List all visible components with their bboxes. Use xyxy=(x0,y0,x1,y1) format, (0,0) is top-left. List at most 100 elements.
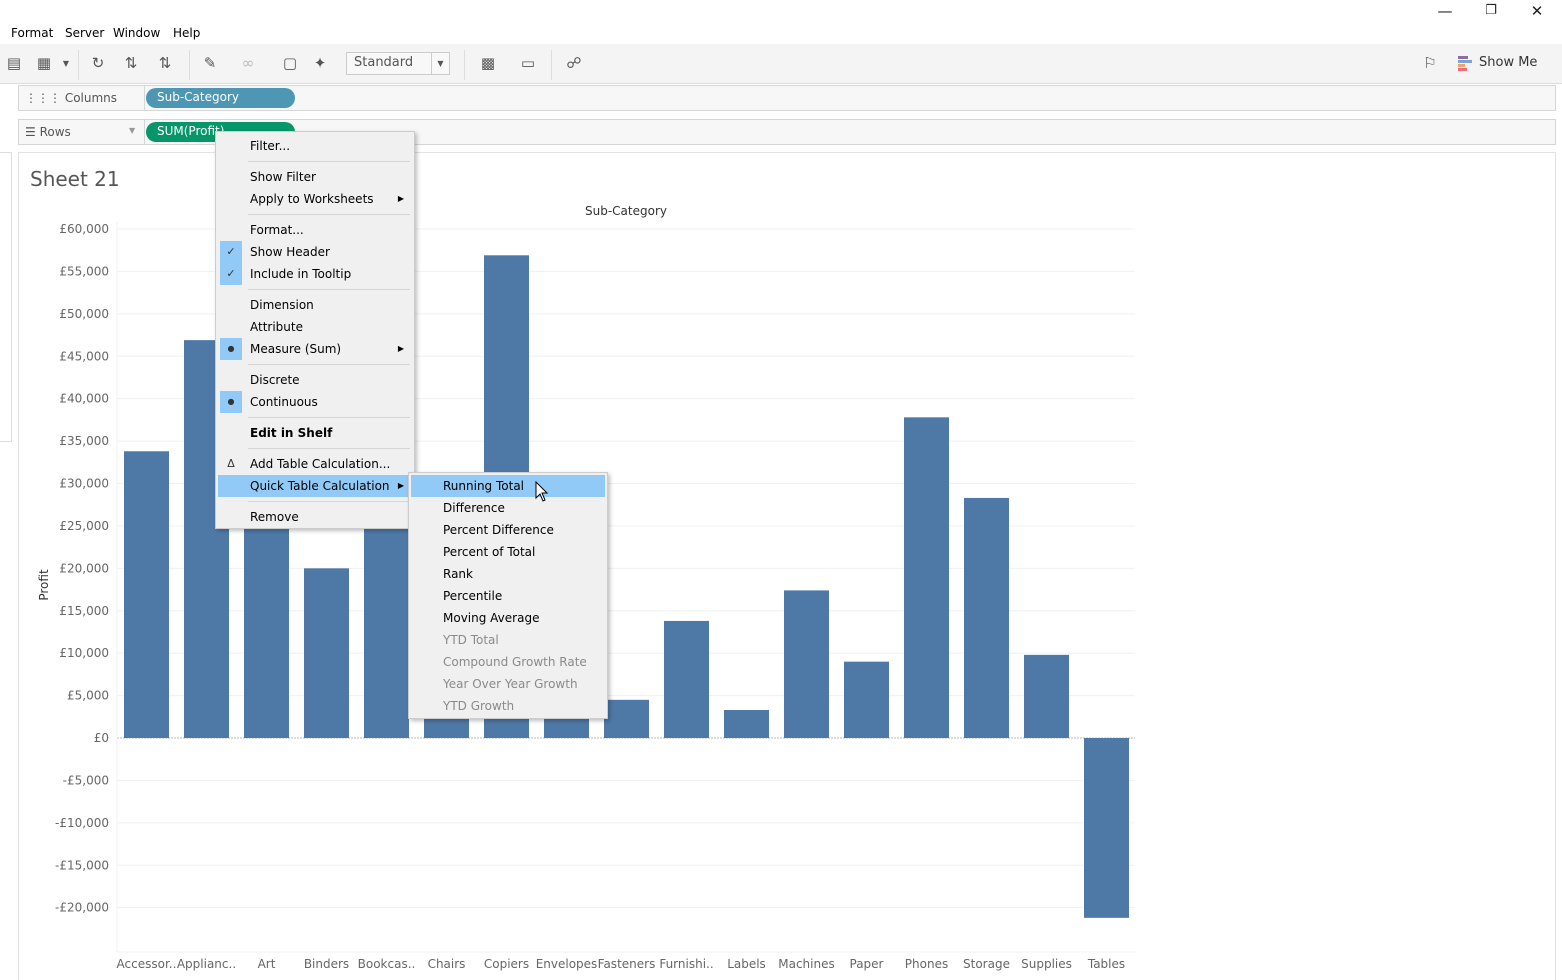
y-tick-label: £60,000 xyxy=(59,222,109,236)
y-tick-label: -£15,000 xyxy=(55,858,109,872)
menu-item-include-in-tooltip[interactable]: ✓ Include in Tooltip xyxy=(218,263,412,285)
x-tick-label: Phones xyxy=(905,957,948,971)
menu-item-label: Moving Average xyxy=(443,611,540,625)
menu-item-dimension[interactable]: Dimension xyxy=(218,294,412,316)
menu-item-rank[interactable]: Rank xyxy=(411,563,605,585)
y-tick-label: £40,000 xyxy=(59,392,109,406)
menu-item-label: YTD Total xyxy=(443,633,499,647)
menu-item-add-table-calculation[interactable]: Δ Add Table Calculation... xyxy=(218,453,412,475)
menu-item-label: Compound Growth Rate xyxy=(443,655,587,669)
menu-item-label: Remove xyxy=(250,510,299,524)
y-tick-label: £0 xyxy=(94,731,109,745)
x-tick-label: Applianc.. xyxy=(177,957,236,971)
menu-item-label: YTD Growth xyxy=(443,699,515,713)
x-tick-label: Tables xyxy=(1087,957,1125,971)
menu-item-continuous[interactable]: ● Continuous xyxy=(218,391,412,413)
menu-item-measure-sum[interactable]: ● Measure (Sum) ▶ xyxy=(218,338,412,360)
quick-table-calculation-submenu: Running Total Difference Percent Differenc… xyxy=(408,472,608,719)
submenu-arrow-icon: ▶ xyxy=(397,194,404,203)
menu-item-label: Edit in Shelf xyxy=(250,426,333,440)
y-tick-label: £15,000 xyxy=(59,604,109,618)
menu-item-label: Show Header xyxy=(250,245,330,259)
y-tick-label: £20,000 xyxy=(59,561,109,575)
radio-dot-icon: ● xyxy=(220,338,242,360)
menu-item-percent-difference[interactable]: Percent Difference xyxy=(411,519,605,541)
menu-separator xyxy=(248,161,410,162)
menu-separator xyxy=(248,364,410,365)
x-axis-title: Sub-Category xyxy=(585,204,667,218)
y-tick-label: £55,000 xyxy=(59,264,109,278)
bar-machines[interactable] xyxy=(784,590,829,738)
submenu-arrow-icon: ▶ xyxy=(397,344,404,353)
x-tick-label: Chairs xyxy=(428,957,466,971)
bar-paper[interactable] xyxy=(844,661,889,738)
menu-item-year-over-year-growth: Year Over Year Growth xyxy=(411,673,605,695)
menu-item-label: Include in Tooltip xyxy=(250,267,352,281)
menu-item-remove[interactable]: Remove xyxy=(218,506,412,528)
y-tick-label: -£20,000 xyxy=(55,901,109,915)
y-tick-label: -£5,000 xyxy=(63,773,109,787)
menu-item-ytd-growth: YTD Growth xyxy=(411,695,605,717)
x-tick-label: Storage xyxy=(963,957,1010,971)
cursor-icon xyxy=(535,481,549,502)
x-tick-label: Furnishi.. xyxy=(659,957,713,971)
menu-item-filter[interactable]: Filter... xyxy=(218,135,412,157)
menu-item-label: Continuous xyxy=(250,395,318,409)
y-tick-label: -£10,000 xyxy=(55,816,109,830)
bar-supplies[interactable] xyxy=(1024,654,1069,738)
menu-item-edit-in-shelf[interactable]: Edit in Shelf xyxy=(218,422,412,444)
menu-item-label: Percentile xyxy=(443,589,503,603)
menu-item-format[interactable]: Format... xyxy=(218,219,412,241)
menu-item-apply-to-worksheets[interactable]: Apply to Worksheets ▶ xyxy=(218,188,412,210)
menu-separator xyxy=(248,448,410,449)
bar-bookcas[interactable] xyxy=(364,521,409,738)
x-tick-label: Fasteners xyxy=(598,957,656,971)
bar-binders[interactable] xyxy=(304,568,349,738)
bar-storage[interactable] xyxy=(964,497,1009,738)
menu-item-label: Measure (Sum) xyxy=(250,342,342,356)
bar-accessor[interactable] xyxy=(124,451,169,738)
bar-furnishi[interactable] xyxy=(664,620,709,738)
bar-art[interactable] xyxy=(244,508,289,738)
menu-item-running-total[interactable]: Running Total xyxy=(411,475,605,497)
menu-item-label: Apply to Worksheets xyxy=(250,192,374,206)
menu-item-percentile[interactable]: Percentile xyxy=(411,585,605,607)
x-tick-label: Supplies xyxy=(1021,957,1072,971)
menu-separator xyxy=(248,417,410,418)
menu-item-percent-of-total[interactable]: Percent of Total xyxy=(411,541,605,563)
menu-item-show-header[interactable]: ✓ Show Header xyxy=(218,241,412,263)
x-tick-label: Bookcas.. xyxy=(358,957,416,971)
bar-phones[interactable] xyxy=(904,417,949,738)
menu-item-label: Running Total xyxy=(443,479,525,493)
context-menu: Filter... Show Filter Apply to Worksheets ▶… xyxy=(215,131,415,529)
bar-fasteners[interactable] xyxy=(604,699,649,738)
submenu-arrow-icon: ▶ xyxy=(397,481,404,490)
x-tick-label: Machines xyxy=(778,957,834,971)
menu-item-discrete[interactable]: Discrete xyxy=(218,369,412,391)
menu-item-moving-average[interactable]: Moving Average xyxy=(411,607,605,629)
x-tick-label: Binders xyxy=(304,957,349,971)
menu-separator xyxy=(248,289,410,290)
y-tick-label: £10,000 xyxy=(59,646,109,660)
menu-item-difference[interactable]: Difference xyxy=(411,497,605,519)
bar-labels[interactable] xyxy=(724,710,769,738)
x-tick-label: Accessor.. xyxy=(117,957,177,971)
menu-item-label: Add Table Calculation... xyxy=(250,457,391,471)
menu-item-label: Quick Table Calculation xyxy=(250,479,390,493)
menu-item-label: Percent of Total xyxy=(443,545,536,559)
y-tick-label: £5,000 xyxy=(67,689,109,703)
x-tick-label: Paper xyxy=(850,957,884,971)
y-axis-title: Profit xyxy=(37,569,51,601)
menu-item-show-filter[interactable]: Show Filter xyxy=(218,166,412,188)
radio-dot-icon: ● xyxy=(220,391,242,413)
y-tick-label: £30,000 xyxy=(59,477,109,491)
menu-item-label: Difference xyxy=(443,501,505,515)
menu-item-label: Show Filter xyxy=(250,170,316,184)
menu-item-compound-growth-rate: Compound Growth Rate xyxy=(411,651,605,673)
menu-item-label: Year Over Year Growth xyxy=(443,677,578,691)
menu-item-attribute[interactable]: Attribute xyxy=(218,316,412,338)
bar-tables[interactable] xyxy=(1084,738,1129,918)
x-tick-label: Labels xyxy=(727,957,766,971)
menu-item-label: Filter... xyxy=(250,139,291,153)
menu-item-quick-table-calculation[interactable]: Quick Table Calculation ▶ xyxy=(218,475,412,497)
